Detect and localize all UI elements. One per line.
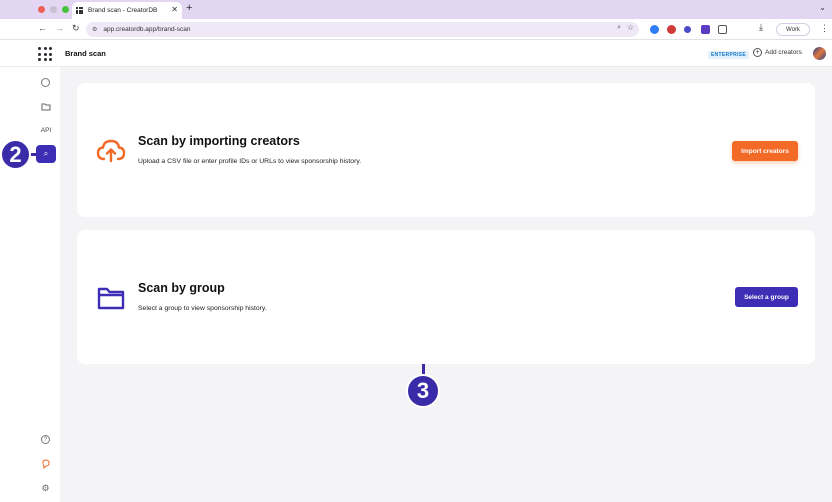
step-callout-badge: 3 bbox=[406, 374, 440, 408]
extension-icon[interactable] bbox=[667, 25, 676, 34]
import-creators-button[interactable]: Import creators bbox=[732, 141, 798, 161]
forward-arrow-icon[interactable]: → bbox=[55, 23, 64, 33]
app-logo-icon[interactable] bbox=[38, 47, 52, 61]
folder-icon[interactable] bbox=[40, 102, 51, 113]
close-tab-icon[interactable]: ✕ bbox=[171, 5, 178, 14]
card-title: Scan by importing creators bbox=[138, 134, 300, 148]
reload-icon[interactable]: ↻ bbox=[72, 23, 80, 34]
extension-icon[interactable] bbox=[684, 26, 691, 33]
settings-gear-icon[interactable]: ⚙ bbox=[40, 483, 51, 494]
tab-list-chevron-icon[interactable]: ⌄ bbox=[819, 3, 826, 12]
globe-icon[interactable] bbox=[41, 78, 50, 87]
browser-toolbar: ← → ↻ ⚙ app.creatordb.app/brand-scan ⌕ ☆… bbox=[0, 19, 832, 40]
extension-icon[interactable] bbox=[650, 25, 659, 34]
import-creators-card: Scan by importing creators Upload a CSV … bbox=[77, 83, 815, 217]
minimize-window-button[interactable] bbox=[50, 6, 57, 13]
cloud-upload-icon bbox=[96, 139, 126, 163]
maximize-window-button[interactable] bbox=[62, 6, 69, 13]
close-window-button[interactable] bbox=[38, 6, 45, 13]
extensions-puzzle-icon[interactable] bbox=[718, 25, 727, 34]
page-title: Brand scan bbox=[65, 49, 106, 58]
card-description: Upload a CSV file or enter profile IDs o… bbox=[138, 158, 362, 165]
step-callout-badge: 2 bbox=[0, 139, 31, 170]
chat-icon[interactable] bbox=[40, 459, 51, 470]
browser-menu-icon[interactable]: ⋮ bbox=[820, 23, 829, 34]
add-creators-button[interactable]: + Add creators bbox=[753, 48, 802, 57]
scan-by-group-card: Scan by group Select a group to view spo… bbox=[77, 230, 815, 364]
extension-icon[interactable] bbox=[701, 25, 710, 34]
site-settings-icon[interactable]: ⚙ bbox=[92, 26, 97, 33]
help-icon[interactable]: ? bbox=[41, 435, 50, 444]
bookmark-star-icon[interactable]: ☆ bbox=[627, 23, 634, 32]
tab-title: Brand scan - CreatorDB bbox=[88, 7, 158, 14]
back-arrow-icon[interactable]: ← bbox=[38, 23, 47, 33]
download-icon[interactable]: ⤓ bbox=[759, 22, 763, 33]
address-bar[interactable]: ⚙ app.creatordb.app/brand-scan ⌕ ☆ bbox=[86, 22, 639, 37]
brand-scan-icon[interactable]: ⌕ bbox=[36, 145, 56, 163]
url-text: app.creatordb.app/brand-scan bbox=[103, 26, 191, 33]
avatar[interactable] bbox=[813, 47, 826, 60]
sidebar: API ⌕ ? ⚙ bbox=[0, 67, 60, 502]
app-header: Brand scan ENTERPRISE + Add creators bbox=[0, 40, 832, 67]
card-description: Select a group to view sponsorship histo… bbox=[138, 305, 267, 312]
zoom-icon[interactable]: ⌕ bbox=[617, 24, 621, 32]
plan-badge: ENTERPRISE bbox=[708, 51, 749, 59]
folder-icon bbox=[97, 287, 125, 310]
select-group-button[interactable]: Select a group bbox=[735, 287, 798, 307]
browser-tab-bar: Brand scan - CreatorDB ✕ + ⌄ bbox=[0, 0, 832, 19]
browser-tab[interactable]: Brand scan - CreatorDB ✕ bbox=[72, 2, 182, 19]
card-title: Scan by group bbox=[138, 281, 225, 295]
plus-circle-icon: + bbox=[753, 48, 762, 57]
sidebar-item-api[interactable]: API bbox=[39, 125, 53, 136]
new-tab-icon[interactable]: + bbox=[186, 2, 192, 14]
creatordb-favicon-icon bbox=[76, 7, 83, 14]
add-creators-label: Add creators bbox=[765, 49, 802, 56]
profile-button[interactable]: Work bbox=[776, 23, 810, 36]
